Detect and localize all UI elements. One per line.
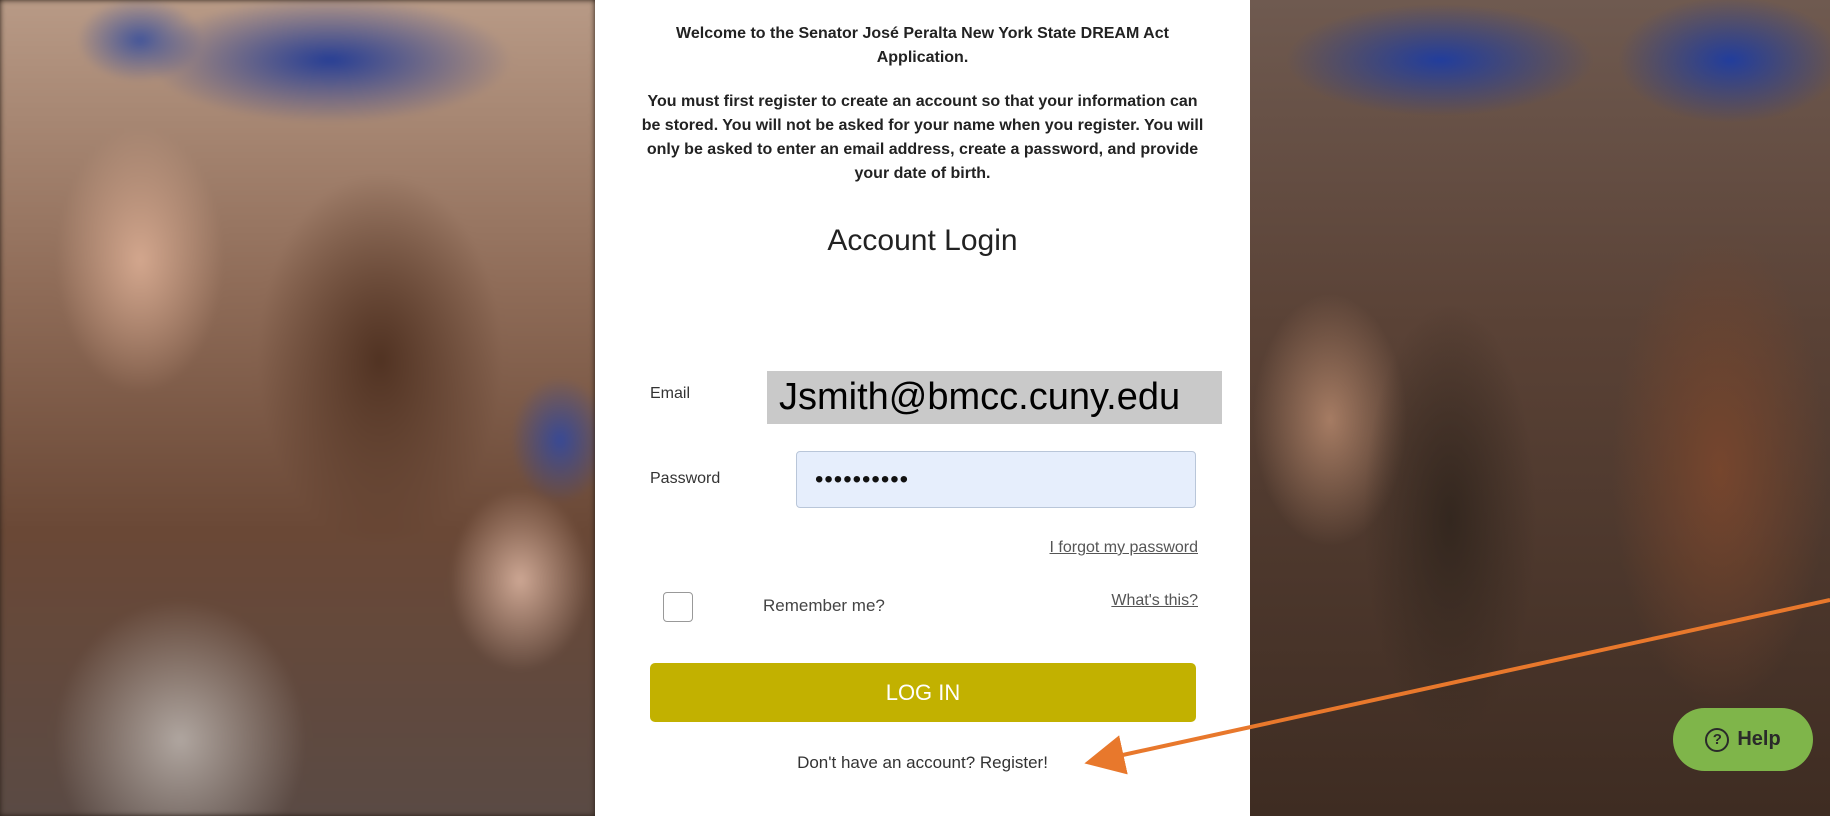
question-circle-icon: ? [1705, 727, 1730, 752]
background-photo-left [0, 0, 595, 816]
help-button[interactable]: ? Help [1673, 708, 1813, 771]
instructions-text: You must first register to create an acc… [641, 93, 1204, 182]
whats-this-link[interactable]: What's this? [1111, 592, 1198, 610]
remember-me-checkbox[interactable] [663, 592, 693, 622]
password-label: Password [650, 470, 721, 487]
help-label: Help [1737, 728, 1781, 750]
forgot-password-link[interactable]: I forgot my password [1050, 539, 1199, 557]
email-field[interactable]: Jsmith@bmcc.cuny.edu [767, 371, 1222, 424]
password-field[interactable]: •••••••••• [796, 451, 1196, 508]
login-button[interactable]: LOG IN [650, 663, 1196, 722]
login-panel: Welcome to the Senator José Peralta New … [595, 0, 1250, 816]
page-title: Account Login [827, 224, 1018, 257]
background-photo-right [1250, 0, 1830, 816]
email-label: Email [650, 385, 691, 402]
register-link[interactable]: Don't have an account? Register! [595, 753, 1250, 773]
welcome-text: Welcome to the Senator José Peralta New … [676, 25, 1169, 66]
remember-me-label: Remember me? [763, 596, 885, 615]
